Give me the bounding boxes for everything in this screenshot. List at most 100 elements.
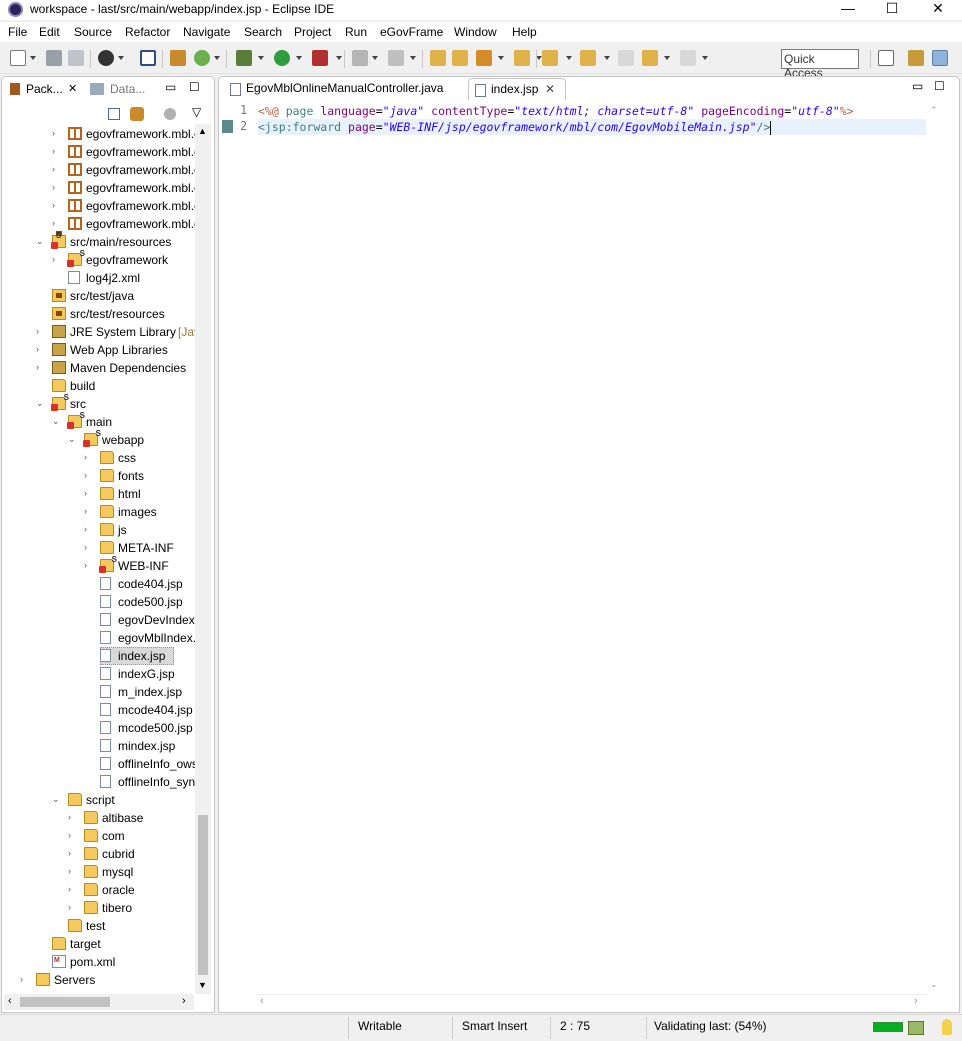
open-type-icon[interactable] <box>170 50 186 66</box>
account-dropdown-icon[interactable] <box>118 56 124 60</box>
tree-item[interactable]: mcode404.jsp <box>2 701 196 719</box>
expanded-arrow-icon[interactable]: ⌄ <box>52 417 60 426</box>
tree-item[interactable]: › Web App Libraries <box>2 341 196 359</box>
scroll-right-icon[interactable]: › <box>182 995 186 1007</box>
collapsed-arrow-icon[interactable]: › <box>36 327 44 336</box>
collapsed-arrow-icon[interactable]: › <box>84 507 92 516</box>
background-job-status[interactable]: Validating last: (54%) <box>654 1019 767 1033</box>
close-tab-icon[interactable]: ✕ <box>545 82 555 96</box>
tree-item[interactable]: build <box>2 377 196 395</box>
debug-dropdown-icon[interactable] <box>258 56 264 60</box>
collapsed-arrow-icon[interactable]: › <box>84 543 92 552</box>
tree-item[interactable]: ⌄ webapp <box>2 429 196 449</box>
collapsed-arrow-icon[interactable]: › <box>52 129 60 138</box>
tree-item[interactable]: ⌄ src/main/resources <box>2 231 196 251</box>
insert-mode-status[interactable]: Smart Insert <box>462 1019 527 1033</box>
refresh-icon[interactable] <box>194 50 210 66</box>
tree-item[interactable]: › js <box>2 521 196 539</box>
tree-item[interactable]: › css <box>2 449 196 467</box>
collapsed-arrow-icon[interactable]: › <box>84 525 92 534</box>
tab-data-source-explorer[interactable]: Data... <box>110 82 145 96</box>
collapsed-arrow-icon[interactable]: › <box>68 831 76 840</box>
tree-item[interactable]: › Maven Dependencies <box>2 359 196 377</box>
collapsed-arrow-icon[interactable]: › <box>36 345 44 354</box>
close-package-explorer-icon[interactable]: ✕ <box>68 82 77 95</box>
refresh-dropdown-icon[interactable] <box>214 56 220 60</box>
tree-item[interactable]: › egovframework.mbl.c <box>2 161 196 179</box>
new-project-icon[interactable] <box>430 50 446 66</box>
collapsed-arrow-icon[interactable]: › <box>68 813 76 822</box>
collapsed-arrow-icon[interactable]: › <box>68 885 76 894</box>
deploy-icon[interactable] <box>388 50 404 66</box>
view-menu-icon[interactable]: ▽ <box>192 105 201 119</box>
menu-search[interactable]: Search <box>244 25 282 39</box>
tree-item[interactable]: index.jsp <box>2 647 196 665</box>
tree-item[interactable]: › META-INF <box>2 539 196 557</box>
scroll-down-icon[interactable]: ⌄ <box>930 979 938 990</box>
stop-dropdown-icon[interactable] <box>372 56 378 60</box>
tree-item[interactable]: › tibero <box>2 899 196 917</box>
tab-index-jsp[interactable]: index.jsp ✕ <box>468 78 566 100</box>
scroll-left-icon[interactable]: ‹ <box>260 995 264 1007</box>
quick-access-input[interactable]: Quick Access <box>781 49 859 80</box>
minimize-left-panel-icon[interactable]: ▭ <box>165 80 176 94</box>
menu-refactor[interactable]: Refactor <box>125 25 170 39</box>
expanded-arrow-icon[interactable]: ⌄ <box>68 435 76 444</box>
open-folder-icon[interactable] <box>452 50 468 66</box>
tree-item[interactable]: › egovframework.mbl.c <box>2 197 196 215</box>
scroll-up-icon[interactable]: ⌃ <box>930 105 938 116</box>
next-annotation-dropdown-icon[interactable] <box>566 56 572 60</box>
tab-package-explorer[interactable]: Pack... <box>26 82 63 96</box>
expanded-arrow-icon[interactable]: ⌄ <box>36 237 44 246</box>
tree-item[interactable]: › JRE System Library[JavaS <box>2 323 196 341</box>
back-icon[interactable] <box>642 50 658 66</box>
save-icon[interactable] <box>46 50 62 66</box>
java-ee-perspective-icon[interactable] <box>908 50 924 66</box>
stop-server-icon[interactable] <box>352 50 368 66</box>
link-with-editor-icon[interactable] <box>130 107 144 121</box>
menu-navigate[interactable]: Navigate <box>183 25 230 39</box>
menu-window[interactable]: Window <box>454 25 497 39</box>
collapsed-arrow-icon[interactable]: › <box>68 903 76 912</box>
scroll-left-icon[interactable]: ‹ <box>8 995 12 1007</box>
collapsed-arrow-icon[interactable]: › <box>84 489 92 498</box>
tree-item[interactable]: log4j2.xml <box>2 269 196 287</box>
collapsed-arrow-icon[interactable]: › <box>36 363 44 372</box>
tree-vertical-scroll-thumb[interactable] <box>198 815 208 975</box>
back-dropdown-icon[interactable] <box>664 56 670 60</box>
new-file-icon[interactable] <box>10 50 26 66</box>
previous-annotation-icon[interactable] <box>580 50 596 66</box>
menu-run[interactable]: Run <box>345 25 367 39</box>
tree-item[interactable]: indexG.jsp <box>2 665 196 683</box>
expanded-arrow-icon[interactable]: ⌄ <box>36 399 44 408</box>
tree-item[interactable]: › WEB-INF <box>2 555 196 575</box>
minimize-window-button[interactable]: — <box>826 0 870 20</box>
scroll-down-icon[interactable]: ▼ <box>198 980 207 990</box>
menu-egovframe[interactable]: eGovFrame <box>380 25 443 39</box>
tab-egov-controller-java[interactable]: EgovMblOnlineManualController.java <box>224 78 468 100</box>
tree-item[interactable]: ⌄ script <box>2 791 196 809</box>
tree-item[interactable]: › egovframework.mbl.c <box>2 125 196 143</box>
maximize-window-button[interactable]: ☐ <box>870 0 914 20</box>
last-edit-location-icon[interactable] <box>618 50 634 66</box>
tree-item[interactable]: › egovframework.mbl.c <box>2 215 196 233</box>
collapsed-arrow-icon[interactable]: › <box>84 453 92 462</box>
expanded-arrow-icon[interactable]: ⌄ <box>52 795 60 804</box>
code-line[interactable]: <%@ page language="java" contentType="te… <box>258 103 926 119</box>
collapsed-arrow-icon[interactable]: › <box>68 867 76 876</box>
collapsed-arrow-icon[interactable]: › <box>52 147 60 156</box>
tree-item[interactable]: target <box>2 935 196 953</box>
tree-item[interactable]: › mysql <box>2 863 196 881</box>
menu-edit[interactable]: Edit <box>39 25 60 39</box>
focus-task-icon[interactable] <box>164 108 176 120</box>
run-dropdown-icon[interactable] <box>296 56 302 60</box>
tree-item[interactable]: › images <box>2 503 196 521</box>
tree-item[interactable]: offlineInfo_ows. <box>2 755 196 773</box>
close-window-button[interactable]: ✕ <box>916 0 960 20</box>
tree-item[interactable]: mindex.jsp <box>2 737 196 755</box>
editor-horizontal-scrollbar[interactable]: ‹ › <box>256 994 928 1010</box>
tree-item[interactable]: › cubrid <box>2 845 196 863</box>
next-annotation-icon[interactable] <box>542 50 558 66</box>
egov-perspective-icon[interactable] <box>932 50 948 66</box>
minimize-editor-icon[interactable]: ▭ <box>912 79 923 93</box>
